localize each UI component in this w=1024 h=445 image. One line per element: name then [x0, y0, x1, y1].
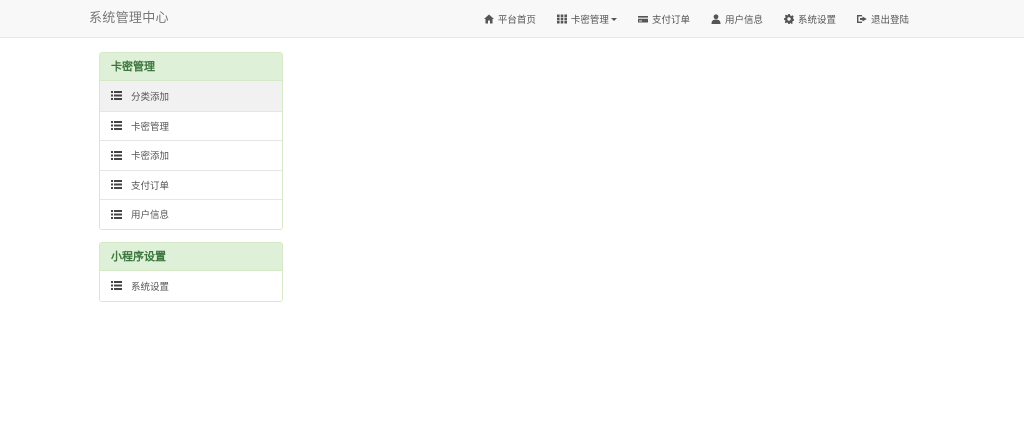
list-icon	[111, 180, 122, 190]
sidebar-item-label: 卡密管理	[131, 121, 170, 133]
caret-down-icon	[610, 17, 617, 21]
nav-item-logout-label: 退出登陆	[870, 15, 909, 26]
panel-heading-mini-program-settings: 小程序设置	[100, 243, 282, 271]
sidebar-item-card-management[interactable]: 卡密管理	[100, 110, 282, 140]
nav-item-system-settings[interactable]: 系统设置	[784, 0, 836, 38]
mini-program-settings-panel: 小程序设置 系统设置	[99, 242, 283, 302]
sidebar-item-label: 支付订单	[131, 180, 170, 192]
sidebar-item-card-add[interactable]: 卡密添加	[100, 140, 282, 170]
nav-item-user-info-label: 用户信息	[724, 15, 763, 26]
list-icon	[111, 121, 122, 131]
nav-item-logout[interactable]: 退出登陆	[857, 0, 909, 38]
panel-heading-card-management: 卡密管理	[100, 53, 282, 81]
sidebar-item-system-settings[interactable]: 系统设置	[100, 271, 282, 301]
list-icon	[111, 281, 122, 291]
th-grid-icon	[557, 14, 568, 25]
sidebar-item-user-info[interactable]: 用户信息	[100, 199, 282, 229]
logout-icon	[857, 14, 868, 25]
nav-item-user-info[interactable]: 用户信息	[711, 0, 763, 38]
cog-icon	[784, 14, 795, 25]
home-icon	[484, 14, 495, 25]
sidebar-item-label: 用户信息	[131, 210, 170, 222]
nav-item-home[interactable]: 平台首页	[484, 0, 536, 38]
list-icon	[111, 150, 122, 160]
credit-card-icon	[638, 14, 649, 25]
nav-item-system-settings-label: 系统设置	[797, 15, 836, 26]
card-management-panel: 卡密管理 分类添加 卡密管理 卡密添加 支付订单 用户信息	[99, 52, 283, 230]
main-nav: 平台首页 卡密管理 支付订单 用户信息 系统设置 退出登陆	[484, 0, 909, 38]
nav-item-home-label: 平台首页	[497, 15, 536, 26]
sidebar-item-payment-orders[interactable]: 支付订单	[100, 169, 282, 199]
sidebar-item-label: 系统设置	[131, 281, 170, 293]
sidebar-item-category-add[interactable]: 分类添加	[100, 81, 282, 111]
list-icon	[111, 209, 122, 219]
nav-item-payment-orders[interactable]: 支付订单	[638, 0, 690, 38]
user-icon	[711, 14, 722, 25]
nav-item-card-management-label: 卡密管理	[570, 15, 609, 26]
sidebar-item-label: 卡密添加	[131, 151, 170, 163]
list-icon	[111, 91, 122, 101]
sidebar-item-label: 分类添加	[131, 91, 170, 103]
brand-title[interactable]: 系统管理中心	[89, 0, 169, 38]
top-navbar: 系统管理中心 平台首页 卡密管理 支付订单 用户信息 系统设置 退出登陆	[0, 0, 1024, 38]
nav-item-payment-orders-label: 支付订单	[651, 15, 690, 26]
nav-item-card-management[interactable]: 卡密管理	[557, 0, 617, 38]
